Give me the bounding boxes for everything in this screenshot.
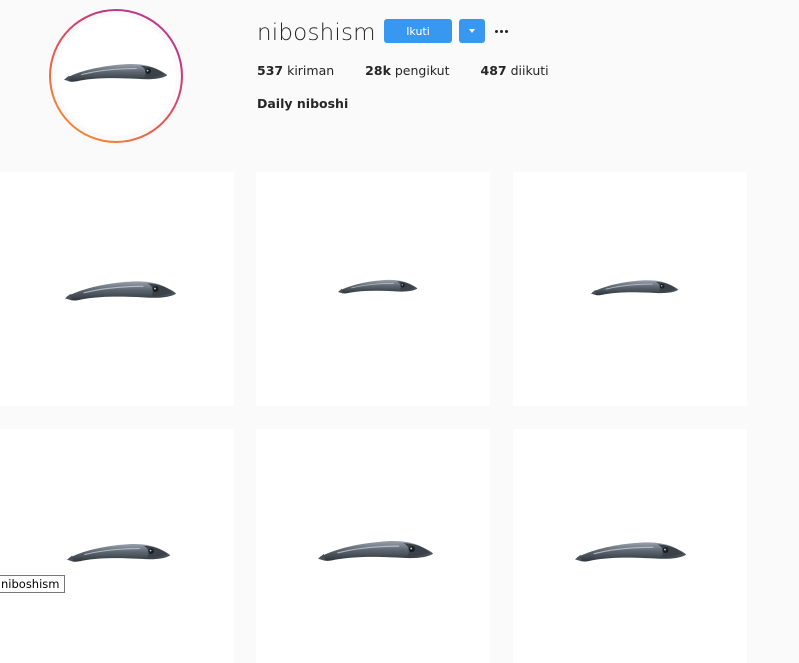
fish-image <box>60 539 178 565</box>
stat-posts: 537 kiriman <box>257 63 334 78</box>
post-tile[interactable] <box>256 429 490 663</box>
post-tile[interactable] <box>513 429 747 663</box>
more-options-button[interactable] <box>493 24 509 38</box>
post-tile[interactable] <box>0 429 234 663</box>
follow-button[interactable]: Ikuti <box>384 19 452 43</box>
post-tile[interactable] <box>513 172 747 406</box>
stat-posts-label: kiriman <box>287 63 335 78</box>
chevron-down-icon <box>469 29 475 33</box>
post-tile[interactable] <box>0 172 234 406</box>
profile-stats: 537 kiriman 28k pengikut 487 diikuti <box>257 63 580 78</box>
more-options-icon <box>494 29 498 33</box>
fish-image <box>64 276 178 304</box>
stat-following-count: 487 <box>480 63 507 78</box>
fish-image <box>571 537 691 565</box>
fish-image <box>64 58 168 86</box>
suggestions-dropdown-button[interactable] <box>459 19 485 43</box>
stat-following[interactable]: 487 diikuti <box>481 63 549 78</box>
stat-following-label: diikuti <box>510 63 549 78</box>
stat-posts-count: 537 <box>257 63 284 78</box>
profile-avatar[interactable] <box>49 9 183 143</box>
fish-image <box>581 276 689 298</box>
profile-username: niboshism <box>257 20 376 46</box>
avatar-border <box>51 11 181 141</box>
profile-bio: Daily niboshi <box>257 96 349 111</box>
stat-followers[interactable]: 28k pengikut <box>365 63 449 78</box>
link-tooltip: niboshism <box>0 575 65 593</box>
post-tile[interactable] <box>256 172 490 406</box>
stat-followers-label: pengikut <box>394 63 450 78</box>
fish-image <box>326 276 430 296</box>
avatar-image <box>56 16 176 136</box>
fish-image <box>318 533 434 567</box>
stat-followers-count: 28k <box>365 63 391 78</box>
